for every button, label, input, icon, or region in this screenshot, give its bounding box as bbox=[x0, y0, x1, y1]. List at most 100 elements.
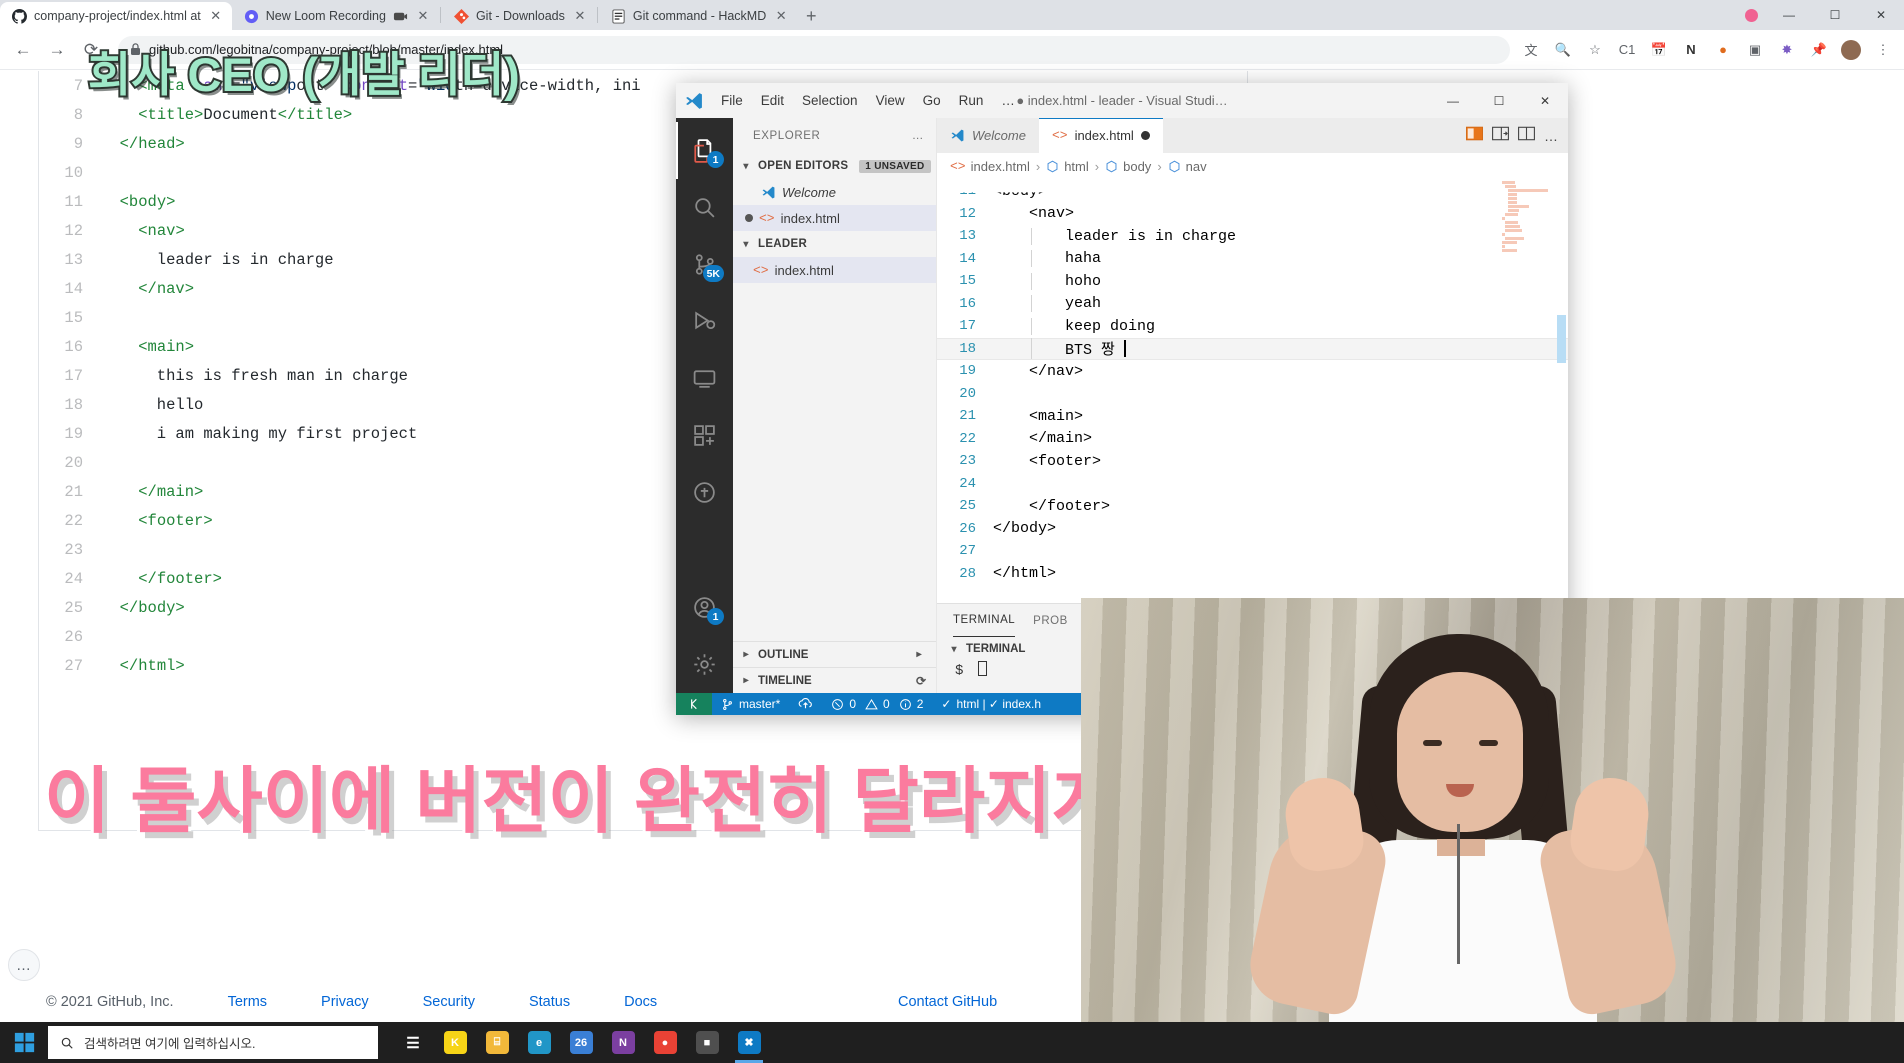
editor-code-line[interactable]: 27 bbox=[937, 540, 1568, 563]
activity-explorer-icon[interactable]: 1 bbox=[676, 122, 733, 179]
footer-link-privacy[interactable]: Privacy bbox=[321, 994, 369, 1010]
editor-code-line[interactable]: 14 haha bbox=[937, 248, 1568, 271]
panel-tab-terminal[interactable]: TERMINAL bbox=[953, 604, 1015, 637]
taskbar-loom-icon[interactable]: ■ bbox=[686, 1022, 728, 1063]
activity-extensions-icon[interactable] bbox=[676, 407, 733, 464]
browser-tab-0[interactable]: company-project/index.html at ✕ bbox=[0, 2, 232, 30]
code-editor[interactable]: 11 <body> 12 <nav> 13 leader is in charge 14… bbox=[937, 180, 1568, 603]
editor-code-line[interactable]: 28 </html> bbox=[937, 563, 1568, 586]
close-window-button[interactable]: ✕ bbox=[1858, 0, 1904, 30]
menu-file[interactable]: File bbox=[712, 83, 752, 118]
remote-window-icon[interactable] bbox=[676, 693, 712, 715]
maximize-button[interactable]: ☐ bbox=[1812, 0, 1858, 30]
more-actions-icon[interactable]: … bbox=[1544, 128, 1558, 144]
editor-code-line[interactable]: 12 <nav> bbox=[937, 203, 1568, 226]
activity-settings-gear-icon[interactable] bbox=[676, 636, 733, 693]
menu-edit[interactable]: Edit bbox=[752, 83, 793, 118]
c1-extension-icon[interactable]: C1 bbox=[1614, 37, 1640, 63]
taskbar-vscode-icon[interactable]: ✖ bbox=[728, 1022, 770, 1063]
taskbar-kakaotalk-icon[interactable]: K bbox=[434, 1022, 476, 1063]
star-icon[interactable]: ☆ bbox=[1582, 37, 1608, 63]
editor-code-line[interactable]: 23 <footer> bbox=[937, 450, 1568, 473]
status-validations[interactable]: ✓ html | ✓ index.h bbox=[932, 697, 1050, 711]
activity-run-debug-icon[interactable] bbox=[676, 293, 733, 350]
editor-minimap[interactable] bbox=[1498, 180, 1554, 603]
vscode-close-button[interactable]: ✕ bbox=[1522, 83, 1568, 118]
open-editor-welcome[interactable]: Welcome bbox=[733, 179, 936, 205]
status-problems[interactable]: 0 0 2 bbox=[822, 697, 932, 711]
split-preview-icon[interactable] bbox=[1466, 126, 1483, 146]
taskbar-edge-icon[interactable]: e bbox=[518, 1022, 560, 1063]
browser-tab-2[interactable]: Git - Downloads ✕ bbox=[441, 2, 596, 30]
unsaved-dot-icon[interactable] bbox=[1140, 131, 1150, 140]
open-editors-section[interactable]: ▾ OPEN EDITORS 1 UNSAVED bbox=[733, 153, 936, 179]
github-more-button[interactable]: … bbox=[8, 949, 40, 981]
activity-accounts-icon[interactable]: 1 bbox=[676, 579, 733, 636]
editor-scrollbar[interactable] bbox=[1554, 180, 1568, 603]
translate-icon[interactable]: 文 bbox=[1518, 37, 1544, 63]
breadcrumb-nav[interactable]: nav bbox=[1168, 159, 1207, 174]
close-icon[interactable]: ✕ bbox=[572, 8, 588, 24]
editor-code-line[interactable]: 13 leader is in charge bbox=[937, 225, 1568, 248]
open-editor-index-html[interactable]: <> index.html bbox=[733, 205, 936, 231]
activity-search-icon[interactable] bbox=[676, 179, 733, 236]
breadcrumb-body[interactable]: body bbox=[1105, 159, 1151, 174]
puzzle-extension-icon[interactable]: ✸ bbox=[1774, 37, 1800, 63]
editor-code-line[interactable]: 15 hoho bbox=[937, 270, 1568, 293]
footer-link-status[interactable]: Status bbox=[529, 994, 570, 1010]
scrollbar-thumb[interactable] bbox=[1557, 315, 1566, 363]
breadcrumb-html[interactable]: html bbox=[1046, 159, 1089, 174]
pin-extension-icon[interactable]: 📌 bbox=[1806, 37, 1832, 63]
avatar-icon[interactable] bbox=[1838, 37, 1864, 63]
vscode-minimize-button[interactable]: — bbox=[1430, 83, 1476, 118]
editor-code-line[interactable]: 20 bbox=[937, 383, 1568, 406]
editor-code-line[interactable]: 22 </main> bbox=[937, 428, 1568, 451]
taskbar-task-view-icon[interactable]: ☰ bbox=[392, 1022, 434, 1063]
menu-view[interactable]: View bbox=[867, 83, 914, 118]
menu-selection[interactable]: Selection bbox=[793, 83, 867, 118]
status-sync[interactable] bbox=[789, 697, 822, 711]
minimize-button[interactable]: — bbox=[1766, 0, 1812, 30]
menu-go[interactable]: Go bbox=[914, 83, 950, 118]
browser-tab-1[interactable]: New Loom Recording ✕ bbox=[231, 2, 439, 30]
taskbar-file-explorer-icon[interactable]: ⌸ bbox=[476, 1022, 518, 1063]
browser-tab-3[interactable]: Git command - HackMD ✕ bbox=[598, 2, 798, 30]
vscode-maximize-button[interactable]: ☐ bbox=[1476, 83, 1522, 118]
open-preview-icon[interactable] bbox=[1492, 126, 1509, 146]
activity-source-control-icon[interactable]: 5K bbox=[676, 236, 733, 293]
editor-code-line[interactable]: 11 <body> bbox=[937, 192, 1568, 202]
sidebar-more-icon[interactable]: … bbox=[912, 130, 924, 142]
editor-code-line[interactable]: 17 keep doing bbox=[937, 315, 1568, 338]
windows-start-icon[interactable] bbox=[0, 1022, 48, 1063]
menu-more[interactable]: … bbox=[992, 83, 1024, 118]
editor-code-line[interactable]: 21 <main> bbox=[937, 405, 1568, 428]
zoom-icon[interactable]: 🔍 bbox=[1550, 37, 1576, 63]
editor-code-line[interactable]: 26 </body> bbox=[937, 518, 1568, 541]
taskbar-chrome-icon[interactable]: ● bbox=[644, 1022, 686, 1063]
notion-extension-icon[interactable]: N bbox=[1678, 37, 1704, 63]
taskbar-notepad-icon[interactable]: 26 bbox=[560, 1022, 602, 1063]
split-editor-icon[interactable] bbox=[1518, 126, 1535, 146]
footer-link-docs[interactable]: Docs bbox=[624, 994, 657, 1010]
timeline-refresh-icon[interactable]: ⟳ bbox=[916, 674, 926, 688]
timeline-section[interactable]: ▸ TIMELINE ⟳ bbox=[733, 667, 936, 693]
editor-code-line[interactable]: 18 BTS 짱 bbox=[937, 337, 1568, 360]
activity-remote-explorer-icon[interactable] bbox=[676, 350, 733, 407]
editor-tab-index-html[interactable]: <> index.html bbox=[1038, 118, 1163, 153]
panel-tab-problems[interactable]: PROB bbox=[1033, 615, 1068, 627]
editor-code-line[interactable]: 25 </footer> bbox=[937, 495, 1568, 518]
address-bar[interactable]: github.com/legobitna/company-project/blo… bbox=[118, 35, 1510, 64]
menu-icon[interactable]: ⋮ bbox=[1870, 37, 1896, 63]
editor-code-line[interactable]: 24 bbox=[937, 473, 1568, 496]
taskbar-search-input[interactable]: 검색하려면 여기에 입력하십시오. bbox=[48, 1026, 378, 1059]
close-icon[interactable]: ✕ bbox=[415, 8, 431, 24]
close-icon[interactable]: ✕ bbox=[208, 8, 224, 24]
footer-link-security[interactable]: Security bbox=[423, 994, 475, 1010]
editor-code-line[interactable]: 19 </nav> bbox=[937, 360, 1568, 383]
menu-run[interactable]: Run bbox=[950, 83, 993, 118]
outline-section[interactable]: ▸ OUTLINE ▸ bbox=[733, 641, 936, 667]
footer-link-contact[interactable]: Contact GitHub bbox=[898, 994, 997, 1010]
reload-icon[interactable]: ⟳ bbox=[76, 35, 106, 65]
file-item-index-html[interactable]: <> index.html bbox=[733, 257, 936, 283]
status-branch[interactable]: master* bbox=[712, 697, 789, 711]
